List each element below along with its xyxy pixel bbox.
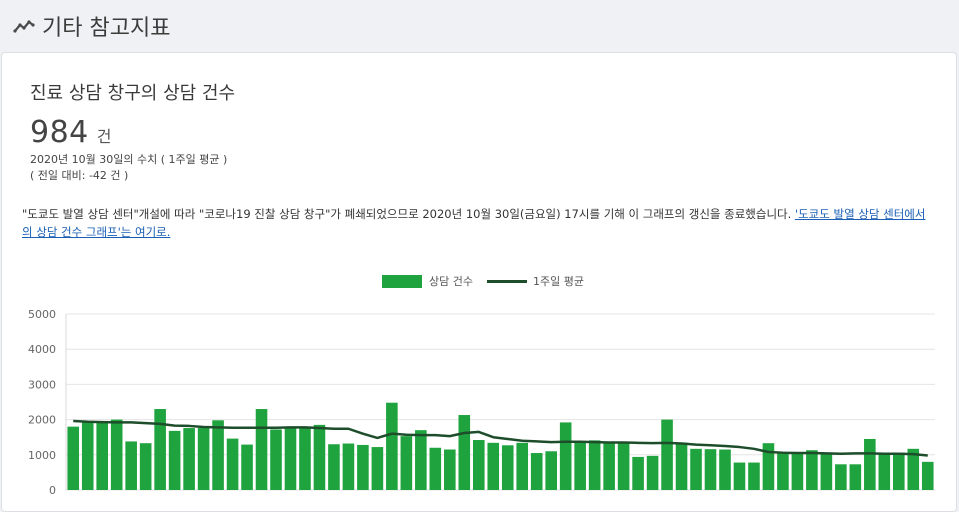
bar[interactable] bbox=[878, 453, 891, 490]
chart-card: 진료 상담 창구의 상담 건수 984 건 2020년 10월 30일의 수치 … bbox=[1, 52, 957, 512]
bar[interactable] bbox=[661, 419, 673, 490]
bar[interactable] bbox=[313, 424, 326, 490]
bar[interactable] bbox=[892, 452, 905, 490]
bar[interactable] bbox=[197, 428, 210, 490]
bar[interactable] bbox=[545, 451, 557, 490]
section-header: 기타 참고지표 bbox=[0, 0, 959, 52]
bar[interactable] bbox=[357, 444, 369, 490]
legend-swatch-bar[interactable] bbox=[382, 275, 422, 288]
bar[interactable] bbox=[212, 420, 224, 490]
bar[interactable] bbox=[646, 455, 659, 490]
bar[interactable] bbox=[444, 449, 456, 490]
legend: 상담 건수 1주일 평균 bbox=[382, 274, 584, 288]
bar[interactable] bbox=[284, 427, 297, 490]
y-tick-label: 1000 bbox=[28, 449, 56, 462]
bar[interactable] bbox=[921, 461, 934, 490]
bar[interactable] bbox=[574, 442, 586, 490]
bar[interactable] bbox=[603, 441, 615, 490]
bar[interactable] bbox=[168, 430, 181, 490]
bar[interactable] bbox=[559, 422, 572, 490]
bar[interactable] bbox=[806, 450, 818, 490]
bar[interactable] bbox=[791, 452, 804, 490]
bar[interactable] bbox=[299, 427, 311, 490]
bar[interactable] bbox=[516, 442, 529, 490]
bar[interactable] bbox=[733, 462, 746, 490]
legend-label-bar: 상담 건수 bbox=[429, 275, 473, 288]
bar[interactable] bbox=[429, 447, 442, 490]
bar[interactable] bbox=[226, 438, 239, 490]
bar[interactable] bbox=[501, 445, 514, 490]
bar[interactable] bbox=[415, 430, 427, 490]
bar[interactable] bbox=[472, 440, 485, 490]
y-tick-label: 4000 bbox=[28, 343, 56, 356]
bar[interactable] bbox=[777, 452, 789, 490]
bar[interactable] bbox=[632, 456, 644, 490]
bar[interactable] bbox=[110, 419, 123, 490]
bar[interactable] bbox=[139, 443, 152, 490]
bar[interactable] bbox=[154, 409, 166, 490]
y-tick-label: 5000 bbox=[28, 308, 56, 321]
bar[interactable] bbox=[835, 464, 847, 490]
y-tick-label: 3000 bbox=[28, 378, 56, 391]
bar[interactable] bbox=[704, 449, 717, 490]
y-tick-label: 2000 bbox=[28, 414, 56, 427]
bar[interactable] bbox=[690, 448, 702, 490]
bar[interactable] bbox=[820, 452, 833, 490]
bar[interactable] bbox=[487, 442, 500, 490]
trend-line-icon bbox=[13, 20, 35, 33]
section-title: 기타 참고지표 bbox=[42, 16, 171, 41]
bar[interactable] bbox=[849, 464, 862, 490]
bar[interactable] bbox=[675, 442, 688, 490]
bar[interactable] bbox=[270, 429, 282, 490]
bar[interactable] bbox=[328, 444, 340, 490]
bar[interactable] bbox=[241, 444, 253, 490]
bar-series bbox=[67, 402, 934, 490]
bar[interactable] bbox=[96, 421, 109, 490]
bar[interactable] bbox=[67, 426, 80, 490]
legend-label-line: 1주일 평균 bbox=[533, 274, 584, 288]
y-axis: 0 1000 2000 3000 4000 5000 bbox=[28, 308, 67, 497]
bar[interactable] bbox=[255, 409, 268, 490]
bar[interactable] bbox=[386, 402, 398, 490]
bar[interactable] bbox=[530, 453, 543, 490]
bar[interactable] bbox=[183, 428, 195, 490]
bar[interactable] bbox=[617, 442, 630, 490]
bar[interactable] bbox=[864, 438, 876, 490]
bar[interactable] bbox=[400, 436, 413, 490]
bar[interactable] bbox=[719, 449, 731, 490]
bar[interactable] bbox=[458, 415, 471, 490]
bar[interactable] bbox=[342, 443, 355, 490]
bar[interactable] bbox=[371, 447, 384, 490]
y-tick-label: 0 bbox=[49, 484, 56, 497]
consultation-chart: 상담 건수 1주일 평균 0 1000 2000 3000 4000 5000 bbox=[28, 274, 935, 497]
bar[interactable] bbox=[748, 462, 760, 490]
bar[interactable] bbox=[588, 440, 601, 490]
y-grid bbox=[66, 313, 935, 491]
bar[interactable] bbox=[125, 441, 137, 490]
bar[interactable] bbox=[81, 421, 94, 490]
